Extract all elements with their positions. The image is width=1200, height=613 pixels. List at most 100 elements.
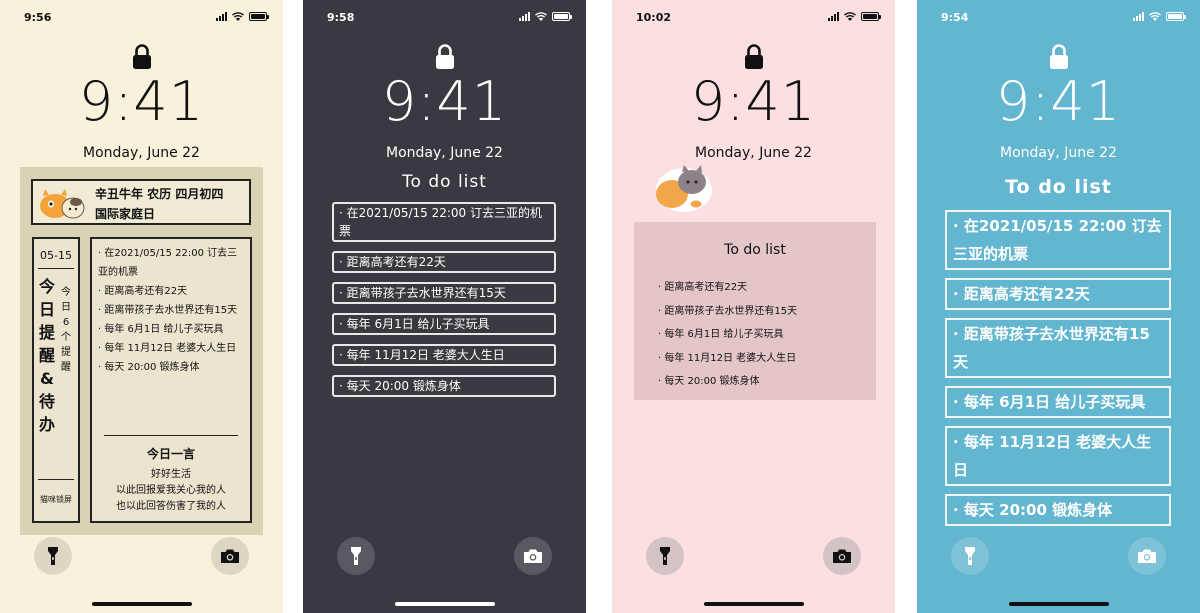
flashlight-icon [965, 547, 975, 565]
battery-icon [552, 12, 572, 21]
todo-item: · 每年 6月1日 给儿子买玩具 [332, 313, 556, 335]
sidebar-footer: 猫咪锁屏 [40, 495, 72, 504]
todo-list: · 距离高考还有22天 · 距离带孩子去水世界还有15天 · 每年 6月1日 给… [658, 276, 797, 394]
home-indicator[interactable] [703, 602, 804, 606]
home-indicator[interactable] [394, 602, 495, 606]
todo-list: · 在2021/05/15 22:00 订去三亚的机票 · 距离高考还有22天 … [92, 239, 250, 377]
status-time: 10:02 [636, 11, 672, 24]
signal-icon [216, 12, 227, 21]
flashlight-button[interactable] [34, 537, 72, 575]
divider [104, 435, 238, 436]
status-time: 9:58 [327, 11, 355, 24]
camera-button[interactable] [514, 537, 552, 575]
lock-date: Monday, June 22 [83, 145, 200, 161]
signal-icon [1133, 12, 1144, 21]
quote-line: 以此回报爱我关心我的人 [116, 485, 226, 496]
lockscreen-dark: 9:58 9:41 Monday, June 22 To do list · 在… [303, 0, 586, 613]
todo-item: · 每天 20:00 锻炼身体 [658, 376, 760, 387]
camera-icon [524, 549, 542, 563]
cat-illustration [40, 189, 85, 219]
vertical-count: 今日6个提醒 [61, 287, 71, 373]
home-indicator[interactable] [1008, 602, 1109, 606]
todo-item: · 距离带孩子去水世界还有15天 [945, 318, 1171, 378]
todo-list: · 在2021/05/15 22:00 订去三亚的机票 · 距离高考还有22天 … [945, 210, 1171, 534]
todo-item: · 在2021/05/15 22:00 订去三亚的机票 [98, 248, 238, 278]
system-icons [828, 12, 881, 21]
todo-item: · 在2021/05/15 22:00 订去三亚的机票 [945, 210, 1171, 270]
todo-item: · 每年 11月12日 老婆大人生日 [98, 343, 237, 354]
todo-item: · 距离高考还有22天 [658, 282, 748, 293]
holiday-name: 国际家庭日 [95, 207, 156, 221]
todo-item: · 每天 20:00 锻炼身体 [332, 375, 556, 397]
quote-line: 也以此回答伤害了我的人 [116, 501, 226, 512]
lock-time: 9:41 [690, 70, 817, 133]
todo-item: · 每天 20:00 锻炼身体 [98, 362, 200, 373]
wifi-icon [535, 12, 547, 21]
vertical-title: 今日提醒&待办 [38, 277, 55, 434]
status-bar: 9:56 [0, 10, 283, 26]
todo-title: To do list [402, 172, 487, 192]
todo-item: · 距离带孩子去水世界还有15天 [98, 305, 238, 316]
widget-card: 辛丑牛年 农历 四月初四 国际家庭日 05-15 今日提醒&待办 今日6个提醒 … [20, 167, 263, 535]
todo-title: To do list [1005, 176, 1112, 198]
todo-item: · 在2021/05/15 22:00 订去三亚的机票 [332, 202, 556, 242]
todo-item: · 每年 11月12日 老婆大人生日 [658, 352, 797, 364]
camera-icon [221, 549, 239, 563]
status-bar: 9:58 [303, 10, 586, 26]
home-indicator[interactable] [91, 602, 192, 606]
quote-line: 好好生活 [151, 469, 191, 480]
flashlight-button[interactable] [337, 537, 375, 575]
todo-item: · 每年 6月1日 给儿子买玩具 [658, 329, 784, 340]
status-time: 9:54 [941, 11, 969, 24]
flashlight-icon [660, 547, 670, 565]
todo-title: To do list [724, 242, 786, 258]
todo-item: · 距离高考还有22天 [332, 251, 556, 273]
calendar-header: 辛丑牛年 农历 四月初四 国际家庭日 [31, 179, 251, 225]
todo-panel: · 在2021/05/15 22:00 订去三亚的机票 · 距离高考还有22天 … [90, 237, 252, 523]
signal-icon [828, 12, 839, 21]
wifi-icon [1149, 12, 1161, 21]
lockscreen-blue: 9:54 9:41 Monday, June 22 To do list · 在… [917, 0, 1200, 613]
system-icons [519, 12, 572, 21]
sidebar-date: 05-15 [40, 249, 72, 262]
status-time: 9:56 [24, 11, 52, 24]
lock-icon [1049, 44, 1068, 69]
todo-item: · 每年 6月1日 给儿子买玩具 [945, 386, 1171, 418]
todo-item: · 距离高考还有22天 [945, 278, 1171, 310]
lock-time: 9:41 [78, 70, 205, 133]
signal-icon [519, 12, 530, 21]
lock-date: Monday, June 22 [695, 145, 812, 161]
todo-list: · 在2021/05/15 22:00 订去三亚的机票 · 距离高考还有22天 … [332, 202, 556, 406]
todo-item: · 每年 11月12日 老婆大人生日 [332, 344, 556, 366]
status-bar: 10:02 [612, 10, 895, 26]
lunar-date: 辛丑牛年 农历 四月初四 [95, 187, 224, 201]
quote-title: 今日一言 [146, 447, 195, 461]
flashlight-icon [351, 547, 361, 565]
divider [38, 268, 74, 269]
reminder-sidebar: 05-15 今日提醒&待办 今日6个提醒 猫咪锁屏 [32, 237, 80, 523]
lock-date: Monday, June 22 [1000, 145, 1117, 161]
system-icons [216, 12, 269, 21]
lock-icon [132, 44, 151, 69]
status-bar: 9:54 [917, 10, 1200, 26]
flashlight-button[interactable] [646, 537, 684, 575]
todo-card: To do list · 距离高考还有22天 · 距离带孩子去水世界还有15天 … [634, 222, 876, 400]
lockscreen-cream: 9:56 9:41 Monday, June 22 辛丑牛年 农历 四月初四 国… [0, 0, 283, 613]
lock-icon [744, 44, 763, 69]
camera-button[interactable] [1128, 537, 1166, 575]
lock-time: 9:41 [381, 70, 508, 133]
todo-item: · 每年 11月12日 老婆大人生日 [945, 426, 1171, 486]
battery-icon [249, 12, 269, 21]
camera-button[interactable] [211, 537, 249, 575]
cat-sticker-illustration [656, 165, 712, 212]
camera-button[interactable] [823, 537, 861, 575]
battery-icon [861, 12, 881, 21]
todo-item: · 距离高考还有22天 [98, 286, 188, 297]
todo-item: · 距离带孩子去水世界还有15天 [332, 282, 556, 304]
flashlight-button[interactable] [951, 537, 989, 575]
divider [38, 479, 74, 480]
camera-icon [1138, 549, 1156, 563]
quote-body: 好好生活 以此回报爱我关心我的人 也以此回答伤害了我的人 [92, 467, 250, 515]
wifi-icon [844, 12, 856, 21]
battery-icon [1166, 12, 1186, 21]
